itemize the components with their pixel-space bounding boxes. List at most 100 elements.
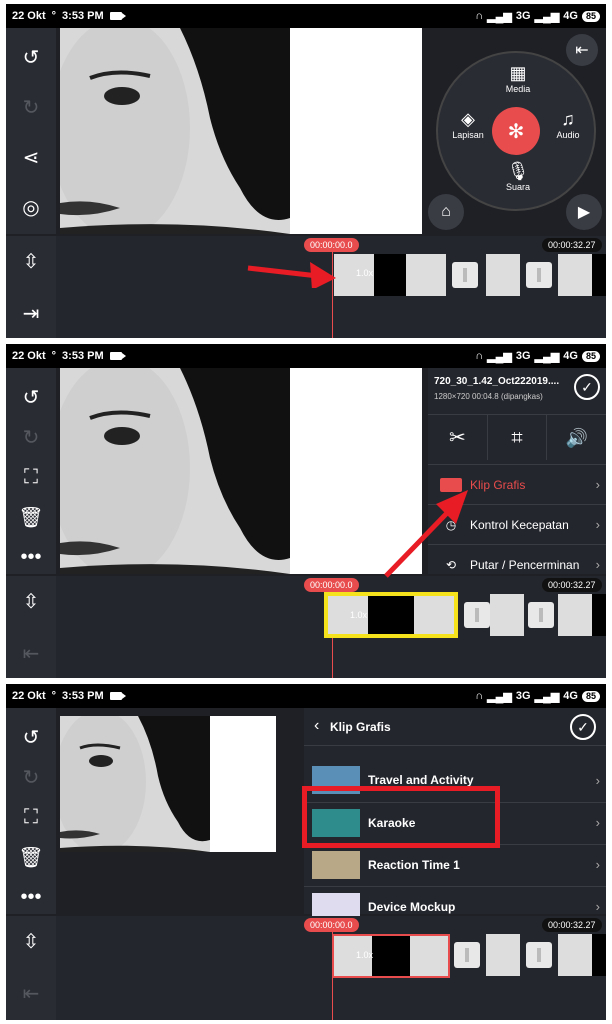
- chevron-right-icon: ›: [595, 517, 600, 532]
- video-clip-1-selected[interactable]: 1.0x: [332, 934, 450, 978]
- network-type: 3G: [515, 10, 531, 22]
- network-type: 3G: [515, 690, 531, 702]
- screen-record-icon: [109, 12, 126, 20]
- battery-level: 85: [581, 690, 600, 702]
- screen-record-icon: [109, 352, 126, 360]
- clip-thumb: [486, 934, 520, 976]
- more-icon[interactable]: •••: [6, 872, 56, 922]
- jump-end-icon[interactable]: ⇥: [6, 288, 56, 338]
- media-button[interactable]: ▦ Media: [496, 63, 540, 94]
- share-icon[interactable]: ⋖: [6, 132, 56, 182]
- timeline-tools: ⇳ ⇤: [6, 576, 56, 678]
- status-bar: 22 Okt ° 3:53 PM ∩ ▂▄▆ 3G ▂▄▆ 4G 85: [6, 4, 606, 28]
- headset-icon: ∩: [475, 350, 484, 362]
- graphic-item-reaction-time[interactable]: Reaction Time 1 ›: [304, 844, 606, 884]
- clip-thumb: [406, 254, 446, 296]
- total-time: 00:00:32.27: [542, 578, 602, 592]
- record-button[interactable]: ✻: [492, 107, 540, 155]
- status-date: 22 Okt: [12, 690, 46, 702]
- timeline-tools: ⇳ ⇥: [6, 236, 56, 338]
- signal-icon: ▂▄▆: [487, 10, 512, 23]
- status-date: 22 Okt: [12, 350, 46, 362]
- graphic-item-label: Reaction Time 1: [368, 857, 460, 872]
- video-clip-3[interactable]: [558, 934, 606, 976]
- left-toolbar: ↺ ↻ ⛶ 🗑 •••: [6, 368, 56, 574]
- video-clip-2[interactable]: [490, 594, 524, 636]
- audio-label: Audio: [556, 130, 580, 140]
- menu-label: Putar / Pencerminan: [470, 557, 580, 572]
- video-clip-2[interactable]: [486, 254, 520, 296]
- volume-icon[interactable]: 🔊: [547, 415, 606, 460]
- panel-header: ‹ Klip Grafis ✓: [304, 708, 606, 746]
- settings-icon[interactable]: ◎: [6, 182, 56, 232]
- video-preview: [60, 28, 422, 234]
- timeline-expand-icon[interactable]: ⇳: [6, 576, 56, 626]
- video-clip-2[interactable]: [486, 934, 520, 976]
- layer-label: Lapisan: [452, 130, 484, 140]
- timeline-expand-icon[interactable]: ⇳: [6, 916, 56, 966]
- timeline-expand-icon[interactable]: ⇳: [6, 236, 56, 286]
- transition-button[interactable]: [528, 602, 554, 628]
- exit-icon[interactable]: ⇤: [566, 34, 598, 66]
- graphic-thumb: [312, 850, 360, 879]
- jump-start-icon[interactable]: ⇤: [6, 968, 56, 1018]
- transition-button[interactable]: [526, 942, 552, 968]
- confirm-icon[interactable]: ✓: [570, 714, 596, 740]
- edit-tools: ✂ ⌗ 🔊: [428, 414, 606, 460]
- store-icon[interactable]: ⌂: [428, 194, 464, 230]
- transition-button[interactable]: [526, 262, 552, 288]
- transition-button[interactable]: [454, 942, 480, 968]
- portrait-photo: [60, 368, 290, 574]
- status-date-mark: °: [51, 690, 57, 702]
- transition-button[interactable]: [464, 602, 490, 628]
- signal-icon: ▂▄▆: [487, 350, 512, 363]
- chevron-right-icon: ›: [595, 772, 600, 788]
- clip-thumb: [490, 594, 524, 636]
- media-icon: ▦: [509, 63, 527, 83]
- video-clip-3[interactable]: [558, 594, 606, 636]
- split-icon[interactable]: ✂: [428, 415, 488, 460]
- chevron-right-icon: ›: [595, 857, 600, 872]
- layer-icon: ◈: [461, 109, 475, 129]
- battery-level: 85: [581, 350, 600, 362]
- voice-button[interactable]: 🎙 Suara: [496, 161, 540, 192]
- left-toolbar: ↺ ↻ ⋖ ◎: [6, 28, 56, 234]
- status-date-mark: °: [51, 10, 57, 22]
- clip-thumb: [558, 934, 592, 976]
- audio-button[interactable]: ♫ Audio: [546, 109, 590, 140]
- menu-label: Kontrol Kecepatan: [470, 517, 569, 532]
- timeline: ⇳ ⇤ 00:00:00.0 00:00:32.27 1.0x: [6, 916, 606, 1020]
- media-wheel: ✻ ▦ Media ◈ Lapisan ♫ Audio 🎙 Suara: [436, 51, 596, 211]
- video-clip-3[interactable]: [558, 254, 606, 296]
- status-bar: 22 Okt ° 3:53 PM ∩ ▂▄▆ 3G ▂▄▆ 4G 85: [6, 684, 606, 708]
- screenshot-panel-1: 22 Okt ° 3:53 PM ∩ ▂▄▆ 3G ▂▄▆ 4G 85 ↺ ↻ ⋖ ◎ ✻ ▦…: [6, 4, 606, 338]
- annotation-arrow: [384, 490, 468, 578]
- portrait-photo: [60, 28, 290, 234]
- more-icon[interactable]: •••: [6, 532, 56, 582]
- signal-icon-2: ▂▄▆: [534, 690, 560, 703]
- annotation-arrow: [247, 262, 336, 288]
- screen-record-icon: [109, 692, 126, 700]
- play-icon[interactable]: ▶: [566, 194, 602, 230]
- signal-icon-2: ▂▄▆: [534, 350, 560, 363]
- layer-button[interactable]: ◈ Lapisan: [446, 109, 490, 140]
- signal-icon-2: ▂▄▆: [534, 10, 560, 23]
- timeline-tools: ⇳ ⇤: [6, 916, 56, 1020]
- video-clip-1[interactable]: 1.0x: [334, 254, 446, 296]
- signal-icon: ▂▄▆: [487, 690, 512, 703]
- clip-speed: 1.0x: [356, 950, 374, 960]
- back-icon[interactable]: ‹: [314, 717, 319, 735]
- highlight-box: [302, 786, 500, 848]
- status-bar: 22 Okt ° 3:53 PM ∩ ▂▄▆ 3G ▂▄▆ 4G 85: [6, 344, 606, 368]
- redo-icon[interactable]: ↻: [6, 82, 56, 132]
- transition-button[interactable]: [452, 262, 478, 288]
- clip-thumb: [558, 254, 592, 296]
- crop-icon[interactable]: ⌗: [488, 415, 548, 460]
- video-clip-1-selected[interactable]: 1.0x: [324, 592, 458, 638]
- screenshot-panel-2: 22 Okt ° 3:53 PM ∩ ▂▄▆ 3G ▂▄▆ 4G 85 ↺ ↻ ⛶ 🗑 •••…: [6, 344, 606, 678]
- clip-meta: 1280×720 00:04.8 (dipangkas): [434, 392, 543, 401]
- status-time: 3:53 PM: [62, 10, 104, 22]
- confirm-icon[interactable]: ✓: [574, 374, 600, 400]
- jump-start-icon[interactable]: ⇤: [6, 628, 56, 678]
- undo-icon[interactable]: ↺: [6, 32, 56, 82]
